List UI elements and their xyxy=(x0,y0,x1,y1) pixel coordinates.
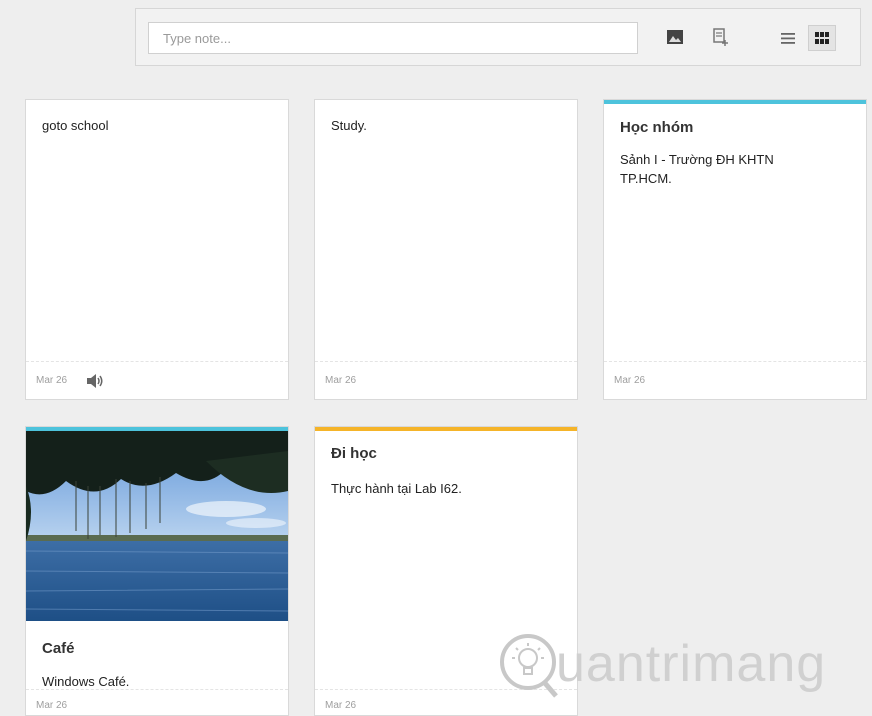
note-date: Mar 26 xyxy=(325,700,357,711)
note-footer: Mar 26 xyxy=(604,361,866,399)
note-color-bar xyxy=(315,427,577,431)
note-footer: Mar 26 xyxy=(315,689,577,715)
note-title: Đi học xyxy=(331,445,377,462)
note-card[interactable]: Học nhóm Sảnh I - Trường ĐH KHTN TP.HCM.… xyxy=(603,99,867,400)
note-footer: Mar 26 xyxy=(315,361,577,399)
note-date: Mar 26 xyxy=(325,375,357,386)
lake-photo xyxy=(26,431,288,621)
add-list-icon[interactable] xyxy=(710,26,732,48)
note-text: Sảnh I - Trường ĐH KHTN TP.HCM. xyxy=(620,152,774,186)
note-toolbar xyxy=(135,8,861,66)
note-text: goto school xyxy=(42,118,109,133)
grid-view-icon[interactable] xyxy=(808,25,836,51)
watermark-text: uantrimang xyxy=(556,635,827,693)
note-text: Thực hành tại Lab I62. xyxy=(331,481,462,496)
note-color-bar xyxy=(604,100,866,104)
note-card[interactable]: Đi học Thực hành tại Lab I62. Mar 26 xyxy=(314,426,578,716)
note-date: Mar 26 xyxy=(36,375,68,386)
note-footer: Mar 26 xyxy=(26,689,288,715)
note-card[interactable]: Café Windows Café. Mar 26 xyxy=(25,426,289,716)
type-note-input[interactable] xyxy=(148,22,638,54)
note-card[interactable]: goto school Mar 26 xyxy=(25,99,289,400)
list-view-icon[interactable] xyxy=(774,25,802,51)
note-date: Mar 26 xyxy=(614,375,646,386)
note-title: Học nhóm xyxy=(620,119,694,136)
note-card[interactable]: Study. Mar 26 xyxy=(314,99,578,400)
note-title: Café xyxy=(42,640,75,657)
note-date: Mar 26 xyxy=(36,700,68,711)
note-text: Study. xyxy=(331,118,367,133)
image-icon[interactable] xyxy=(664,26,686,48)
speaker-icon[interactable] xyxy=(86,373,104,394)
note-footer: Mar 26 xyxy=(26,361,288,399)
